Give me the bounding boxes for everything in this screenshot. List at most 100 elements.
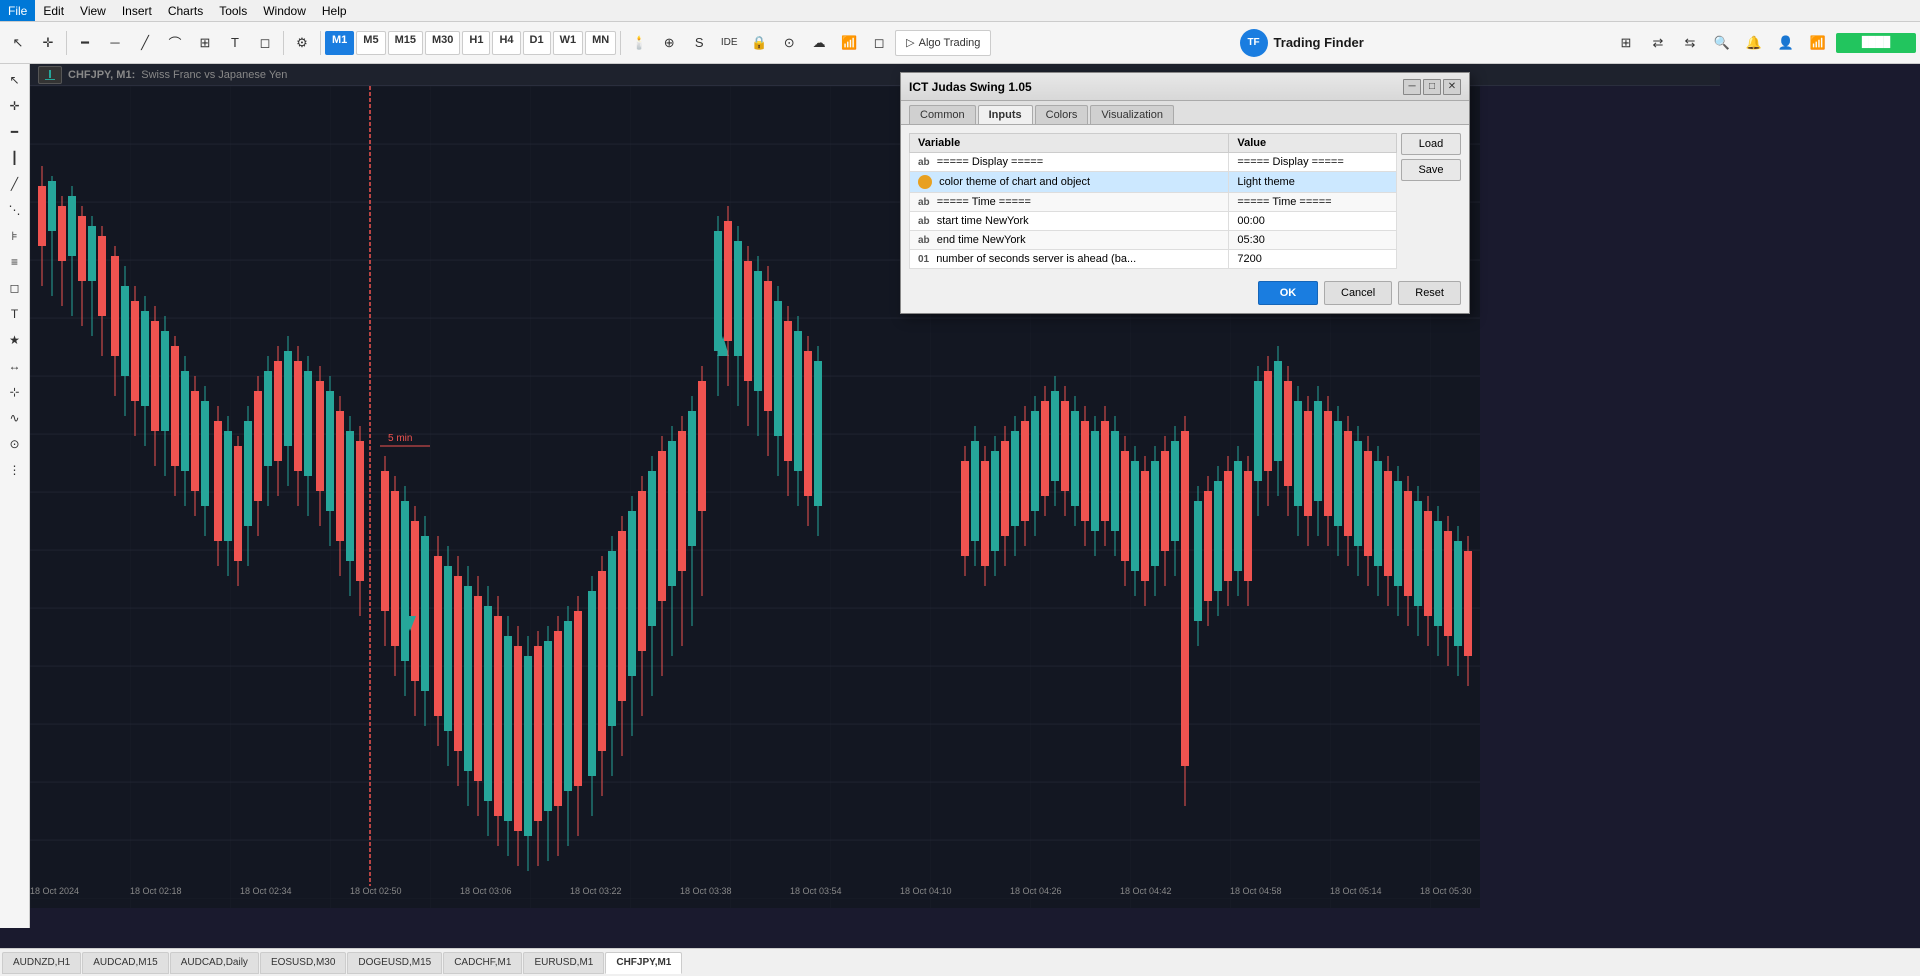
chart-type-btn[interactable]: 🕯️: [625, 29, 653, 57]
ok-button[interactable]: OK: [1258, 281, 1318, 305]
cancel-button[interactable]: Cancel: [1324, 281, 1392, 305]
side-vline[interactable]: ┃: [3, 146, 27, 170]
algo-trading-btn[interactable]: ▷ Algo Trading: [895, 30, 991, 56]
side-hline[interactable]: ━: [3, 120, 27, 144]
table-row: ab start time NewYork 00:00: [910, 212, 1397, 231]
curve-tool[interactable]: ⌒: [161, 29, 189, 57]
nav-btn[interactable]: ⇄: [1644, 29, 1672, 57]
row5-variable: ab end time NewYork: [910, 231, 1229, 250]
tab-eosusd-m30[interactable]: EOSUSD,M30: [260, 952, 346, 974]
chart-s-btn[interactable]: S: [685, 29, 713, 57]
side-icons[interactable]: ★: [3, 328, 27, 352]
settings-tool[interactable]: ⚙: [288, 29, 316, 57]
cursor-tool[interactable]: ↖: [4, 29, 32, 57]
dialog-tab-common[interactable]: Common: [909, 105, 976, 124]
dialog-tab-inputs[interactable]: Inputs: [978, 105, 1033, 124]
toolbar: ↖ ✛ ━ ─ ╱ ⌒ ⊞ T ◻ ⚙ M1 M5 M15 M30 H1 H4 …: [0, 22, 1920, 64]
dialog-minimize-btn[interactable]: ─: [1403, 79, 1421, 95]
load-button[interactable]: Load: [1401, 133, 1461, 155]
grid-btn[interactable]: ⊞: [1612, 29, 1640, 57]
tab-audcad-daily[interactable]: AUDCAD,Daily: [170, 952, 259, 974]
tf-w1[interactable]: W1: [553, 31, 584, 55]
row4-value[interactable]: 00:00: [1229, 212, 1397, 231]
dialog-close-btn[interactable]: ✕: [1443, 79, 1461, 95]
tab-eurusd-m1[interactable]: EURUSD,M1: [523, 952, 604, 974]
reset-button[interactable]: Reset: [1398, 281, 1461, 305]
table-row: ab ===== Display ===== ===== Display ===…: [910, 153, 1397, 172]
profile-btn[interactable]: 👤: [1772, 29, 1800, 57]
tab-cadchf-m1[interactable]: CADCHF,M1: [443, 952, 522, 974]
side-crosshair[interactable]: ✛: [3, 94, 27, 118]
side-gann[interactable]: ⊹: [3, 380, 27, 404]
tf-mn[interactable]: MN: [585, 31, 616, 55]
side-cursor[interactable]: ↖: [3, 68, 27, 92]
zoom2-btn[interactable]: 🔍: [1708, 29, 1736, 57]
menu-file[interactable]: File: [0, 0, 35, 21]
tf-m30[interactable]: M30: [425, 31, 460, 55]
side-channel[interactable]: ⋱: [3, 198, 27, 222]
row6-value[interactable]: 7200: [1229, 250, 1397, 269]
tf-m1[interactable]: M1: [325, 31, 354, 55]
tf-h4[interactable]: H4: [492, 31, 520, 55]
row3-value[interactable]: ===== Time =====: [1229, 193, 1397, 212]
side-arrows[interactable]: ↔: [3, 354, 27, 378]
crosshair-tool[interactable]: ✛: [34, 29, 62, 57]
logo-text: Trading Finder: [1274, 35, 1364, 50]
dialog-tab-colors[interactable]: Colors: [1035, 105, 1089, 124]
shapes-tool[interactable]: ◻: [251, 29, 279, 57]
chart-ide-btn[interactable]: IDE: [715, 29, 743, 57]
connection-indicator: ████: [1836, 33, 1916, 53]
side-shapes[interactable]: ◻: [3, 276, 27, 300]
row1-variable: ab ===== Display =====: [910, 153, 1229, 172]
chart-sq-btn[interactable]: ◻: [865, 29, 893, 57]
tab-audcad-m15[interactable]: AUDCAD,M15: [82, 952, 168, 974]
time-0354: 18 Oct 03:54: [790, 886, 842, 896]
col-variable: Variable: [910, 134, 1229, 153]
side-pitchfork[interactable]: ⊧: [3, 224, 27, 248]
sync-btn[interactable]: ⇆: [1676, 29, 1704, 57]
chart-signal-btn[interactable]: 📶: [835, 29, 863, 57]
chart-zoom-btn[interactable]: ⊕: [655, 29, 683, 57]
menu-window[interactable]: Window: [255, 0, 314, 21]
row3-label: ===== Time =====: [937, 196, 1031, 208]
tf-m5[interactable]: M5: [356, 31, 385, 55]
side-text[interactable]: T: [3, 302, 27, 326]
menu-help[interactable]: Help: [314, 0, 355, 21]
side-fib[interactable]: ≡: [3, 250, 27, 274]
tf-m15[interactable]: M15: [388, 31, 423, 55]
chart-cloud-btn[interactable]: ☁: [805, 29, 833, 57]
dialog-maximize-btn[interactable]: □: [1423, 79, 1441, 95]
menu-insert[interactable]: Insert: [114, 0, 160, 21]
side-elliott[interactable]: ∿: [3, 406, 27, 430]
table-row: ab end time NewYork 05:30: [910, 231, 1397, 250]
text-tool[interactable]: T: [221, 29, 249, 57]
menubar: File Edit View Insert Charts Tools Windo…: [0, 0, 1920, 22]
menu-charts[interactable]: Charts: [160, 0, 211, 21]
line-tool[interactable]: ━: [71, 29, 99, 57]
row2-value[interactable]: Light theme: [1229, 172, 1397, 193]
menu-tools[interactable]: Tools: [211, 0, 255, 21]
row5-value[interactable]: 05:30: [1229, 231, 1397, 250]
multi-tool[interactable]: ⊞: [191, 29, 219, 57]
row6-label: number of seconds server is ahead (ba...: [936, 253, 1136, 265]
chart-rec-btn[interactable]: ⊙: [775, 29, 803, 57]
alert-btn[interactable]: 🔔: [1740, 29, 1768, 57]
signal2-btn[interactable]: 📶: [1804, 29, 1832, 57]
save-button[interactable]: Save: [1401, 159, 1461, 181]
side-volatility[interactable]: ⋮: [3, 458, 27, 482]
row1-value[interactable]: ===== Display =====: [1229, 153, 1397, 172]
tab-chfjpy-m1[interactable]: CHFJPY,M1: [605, 952, 682, 974]
menu-edit[interactable]: Edit: [35, 0, 72, 21]
trendline-tool[interactable]: ╱: [131, 29, 159, 57]
tf-d1[interactable]: D1: [523, 31, 551, 55]
side-trendline[interactable]: ╱: [3, 172, 27, 196]
tab-audnzd-h1[interactable]: AUDNZD,H1: [2, 952, 81, 974]
time-date-label: 18 Oct 2024: [30, 886, 79, 896]
side-cycles[interactable]: ⊙: [3, 432, 27, 456]
dialog-tab-visualization[interactable]: Visualization: [1090, 105, 1174, 124]
hline-tool[interactable]: ─: [101, 29, 129, 57]
menu-view[interactable]: View: [72, 0, 114, 21]
tab-dogeusd-m15[interactable]: DOGEUSD,M15: [347, 952, 442, 974]
chart-lock-btn[interactable]: 🔒: [745, 29, 773, 57]
tf-h1[interactable]: H1: [462, 31, 490, 55]
